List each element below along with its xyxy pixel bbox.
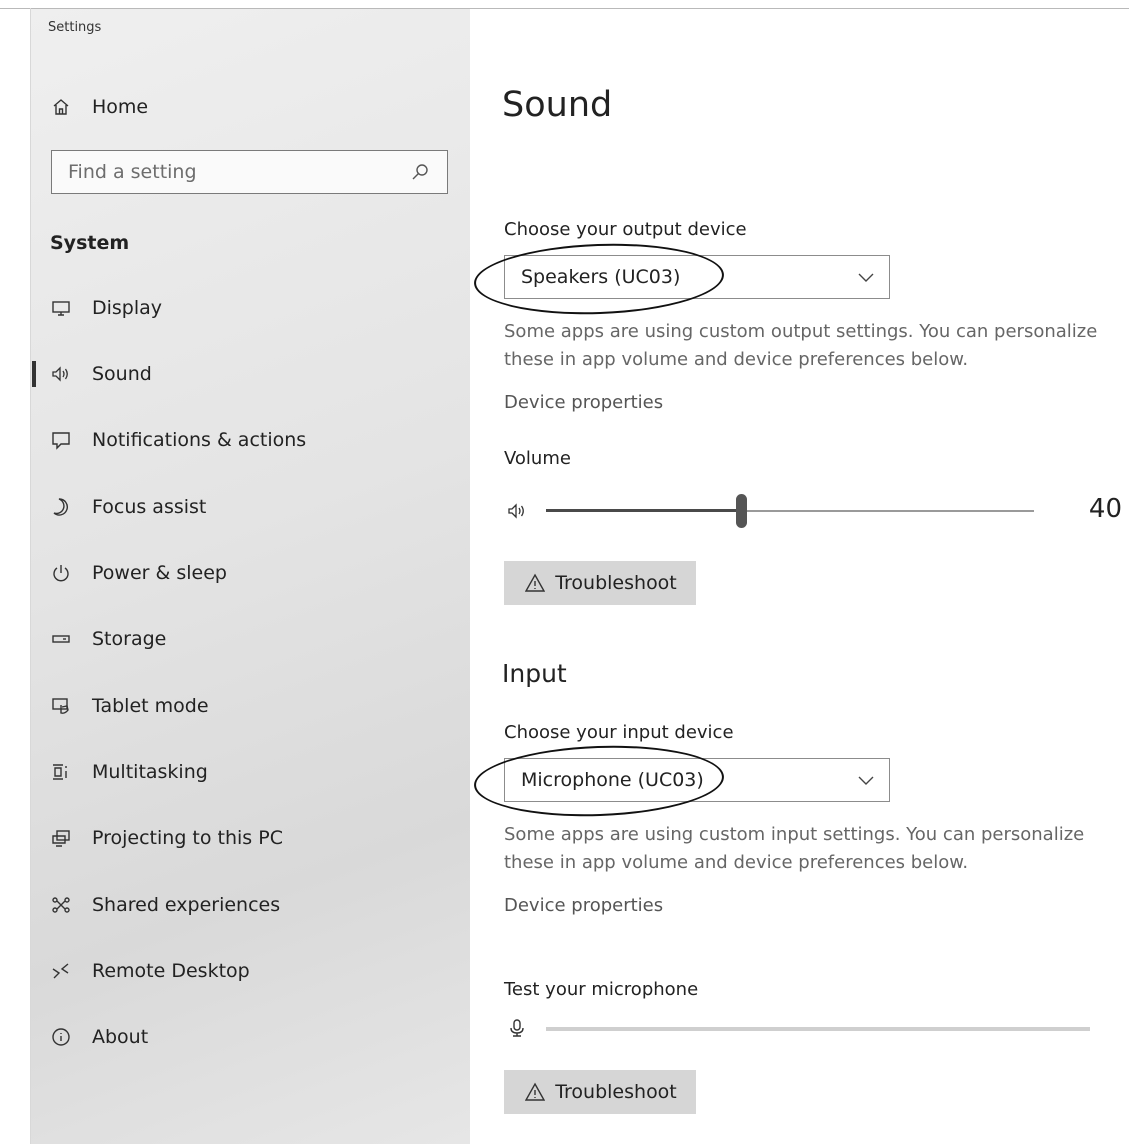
info-icon xyxy=(48,1024,74,1050)
sidebar-item-tablet-mode[interactable]: Tablet mode xyxy=(48,691,209,721)
sidebar-item-label: Remote Desktop xyxy=(92,960,250,982)
sidebar-item-notifications[interactable]: Notifications & actions xyxy=(48,425,306,455)
microphone-level-meter xyxy=(504,1007,1094,1047)
input-device-label: Choose your input device xyxy=(504,722,734,743)
tablet-mode-icon xyxy=(48,693,74,719)
input-settings-note: Some apps are using custom input setting… xyxy=(504,824,1085,873)
test-microphone-label: Test your microphone xyxy=(504,979,699,1000)
sidebar-item-label: Sound xyxy=(92,363,152,385)
output-device-value: Speakers (UC03) xyxy=(521,266,681,288)
shared-experiences-icon xyxy=(48,892,74,918)
storage-icon xyxy=(48,626,74,652)
output-troubleshoot-button[interactable]: Troubleshoot xyxy=(504,561,696,605)
power-icon xyxy=(48,560,74,586)
troubleshoot-label: Troubleshoot xyxy=(555,1081,677,1103)
sidebar-item-power-sleep[interactable]: Power & sleep xyxy=(48,558,227,588)
input-section-heading: Input xyxy=(502,659,567,688)
volume-slider[interactable]: 40 xyxy=(504,490,1122,530)
sidebar-item-about[interactable]: About xyxy=(48,1022,148,1052)
sidebar-item-label: Storage xyxy=(92,628,167,650)
sidebar-item-home[interactable]: Home xyxy=(48,93,148,121)
sidebar-item-label: Home xyxy=(92,96,149,118)
projecting-icon xyxy=(48,825,74,851)
multitasking-icon xyxy=(48,759,74,785)
output-settings-note: Some apps are using custom output settin… xyxy=(504,321,1098,370)
speaker-icon xyxy=(504,498,530,524)
output-device-properties-link[interactable]: Device properties xyxy=(504,392,663,413)
volume-value: 40 xyxy=(1088,494,1122,524)
chevron-down-icon xyxy=(857,769,875,791)
sidebar-item-remote-desktop[interactable]: Remote Desktop xyxy=(48,956,250,986)
sidebar-item-label: Multitasking xyxy=(92,761,208,783)
microphone-icon xyxy=(504,1015,530,1041)
input-device-value: Microphone (UC03) xyxy=(521,769,704,791)
main-content: Sound Choose your output device Speakers… xyxy=(470,9,1129,1144)
sidebar-item-label: Focus assist xyxy=(92,496,207,518)
sidebar-item-shared-experiences[interactable]: Shared experiences xyxy=(48,890,280,920)
sidebar-item-label: About xyxy=(92,1026,149,1048)
sidebar-item-sound[interactable]: Sound xyxy=(32,359,152,389)
troubleshoot-label: Troubleshoot xyxy=(555,572,677,594)
page-title: Sound xyxy=(502,85,613,125)
warning-icon xyxy=(523,1079,547,1105)
output-device-dropdown[interactable]: Speakers (UC03) xyxy=(504,255,890,299)
app-title: Settings xyxy=(48,20,102,35)
input-device-properties-link[interactable]: Device properties xyxy=(504,895,663,916)
search-box[interactable] xyxy=(51,150,448,194)
sidebar-item-label: Power & sleep xyxy=(92,562,227,584)
sidebar-section-heading: System xyxy=(50,232,130,254)
sidebar-item-projecting[interactable]: Projecting to this PC xyxy=(48,823,283,853)
search-icon[interactable] xyxy=(407,159,433,185)
sidebar-item-focus-assist[interactable]: Focus assist xyxy=(48,492,206,522)
microphone-level-track xyxy=(546,1027,1090,1031)
moon-icon xyxy=(48,494,74,520)
volume-track-fill xyxy=(546,509,742,512)
chevron-down-icon xyxy=(857,266,875,288)
speaker-icon xyxy=(48,361,74,387)
volume-thumb[interactable] xyxy=(736,494,748,528)
input-troubleshoot-button[interactable]: Troubleshoot xyxy=(504,1070,696,1114)
sidebar-item-label: Tablet mode xyxy=(92,695,209,717)
warning-icon xyxy=(523,570,547,596)
sidebar-item-display[interactable]: Display xyxy=(48,293,162,323)
sidebar-item-multitasking[interactable]: Multitasking xyxy=(48,757,208,787)
monitor-icon xyxy=(48,295,74,321)
home-icon xyxy=(48,94,74,120)
sidebar-item-label: Notifications & actions xyxy=(92,429,307,451)
search-input[interactable] xyxy=(68,161,388,183)
remote-desktop-icon xyxy=(48,958,74,984)
input-device-dropdown[interactable]: Microphone (UC03) xyxy=(504,758,890,802)
notification-icon xyxy=(48,427,74,453)
sidebar: Settings Home System Display Sound Notif… xyxy=(31,9,470,1144)
output-device-label: Choose your output device xyxy=(504,219,747,240)
sidebar-item-label: Display xyxy=(92,297,163,319)
sidebar-item-label: Projecting to this PC xyxy=(92,827,283,849)
volume-label: Volume xyxy=(504,448,571,469)
sidebar-item-label: Shared experiences xyxy=(92,894,281,916)
sidebar-item-storage[interactable]: Storage xyxy=(48,624,166,654)
